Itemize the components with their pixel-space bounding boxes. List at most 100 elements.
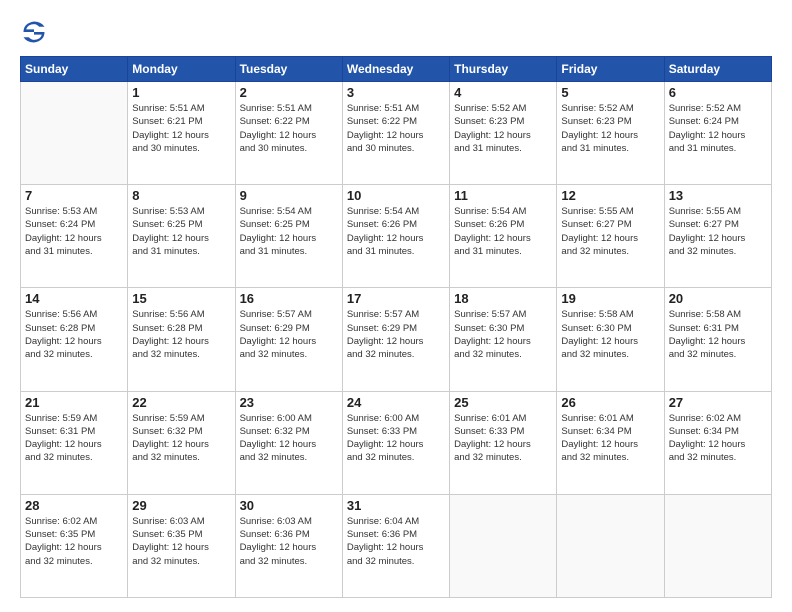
day-number: 11 <box>454 188 552 203</box>
col-wednesday: Wednesday <box>342 57 449 82</box>
day-number: 18 <box>454 291 552 306</box>
day-info: Sunrise: 5:55 AM Sunset: 6:27 PM Dayligh… <box>561 205 659 258</box>
table-row: 17 Sunrise: 5:57 AM Sunset: 6:29 PM Dayli… <box>342 288 449 391</box>
day-number: 16 <box>240 291 338 306</box>
table-row: 30 Sunrise: 6:03 AM Sunset: 6:36 PM Dayli… <box>235 494 342 597</box>
table-row: 21 Sunrise: 5:59 AM Sunset: 6:31 PM Dayli… <box>21 391 128 494</box>
day-number: 7 <box>25 188 123 203</box>
day-number: 21 <box>25 395 123 410</box>
day-number: 6 <box>669 85 767 100</box>
table-row: 31 Sunrise: 6:04 AM Sunset: 6:36 PM Dayli… <box>342 494 449 597</box>
table-row: 3 Sunrise: 5:51 AM Sunset: 6:22 PM Daylig… <box>342 82 449 185</box>
day-info: Sunrise: 5:51 AM Sunset: 6:22 PM Dayligh… <box>240 102 338 155</box>
col-tuesday: Tuesday <box>235 57 342 82</box>
day-info: Sunrise: 5:59 AM Sunset: 6:31 PM Dayligh… <box>25 412 123 465</box>
day-number: 1 <box>132 85 230 100</box>
day-number: 15 <box>132 291 230 306</box>
table-row: 28 Sunrise: 6:02 AM Sunset: 6:35 PM Dayli… <box>21 494 128 597</box>
table-row: 26 Sunrise: 6:01 AM Sunset: 6:34 PM Dayli… <box>557 391 664 494</box>
table-row: 2 Sunrise: 5:51 AM Sunset: 6:22 PM Daylig… <box>235 82 342 185</box>
table-row: 23Sunrise: 6:00 AM Sunset: 6:32 PM Dayli… <box>235 391 342 494</box>
table-row: 19 Sunrise: 5:58 AM Sunset: 6:30 PM Dayli… <box>557 288 664 391</box>
day-info: Sunrise: 6:00 AM Sunset: 6:33 PM Dayligh… <box>347 412 445 465</box>
day-info: Sunrise: 5:51 AM Sunset: 6:22 PM Dayligh… <box>347 102 445 155</box>
col-saturday: Saturday <box>664 57 771 82</box>
day-info: Sunrise: 5:58 AM Sunset: 6:31 PM Dayligh… <box>669 308 767 361</box>
day-info: Sunrise: 5:52 AM Sunset: 6:23 PM Dayligh… <box>454 102 552 155</box>
table-row: 18 Sunrise: 5:57 AM Sunset: 6:30 PM Dayli… <box>450 288 557 391</box>
table-row: 25 Sunrise: 6:01 AM Sunset: 6:33 PM Dayli… <box>450 391 557 494</box>
day-number: 25 <box>454 395 552 410</box>
table-row <box>21 82 128 185</box>
day-number: 23 <box>240 395 338 410</box>
page: Sunday Monday Tuesday Wednesday Thursday… <box>0 0 792 612</box>
day-info: Sunrise: 6:03 AM Sunset: 6:36 PM Dayligh… <box>240 515 338 568</box>
day-info: Sunrise: 5:56 AM Sunset: 6:28 PM Dayligh… <box>25 308 123 361</box>
col-thursday: Thursday <box>450 57 557 82</box>
table-row: 29 Sunrise: 6:03 AM Sunset: 6:35 PM Dayli… <box>128 494 235 597</box>
day-number: 14 <box>25 291 123 306</box>
table-row: 11Sunrise: 5:54 AM Sunset: 6:26 PM Dayli… <box>450 185 557 288</box>
day-info: Sunrise: 5:53 AM Sunset: 6:25 PM Dayligh… <box>132 205 230 258</box>
logo <box>20 18 52 46</box>
table-row: 7 Sunrise: 5:53 AM Sunset: 6:24 PM Daylig… <box>21 185 128 288</box>
day-number: 5 <box>561 85 659 100</box>
table-row: 20 Sunrise: 5:58 AM Sunset: 6:31 PM Dayli… <box>664 288 771 391</box>
calendar-header-row: Sunday Monday Tuesday Wednesday Thursday… <box>21 57 772 82</box>
day-number: 29 <box>132 498 230 513</box>
day-number: 8 <box>132 188 230 203</box>
table-row: 15 Sunrise: 5:56 AM Sunset: 6:28 PM Dayli… <box>128 288 235 391</box>
day-number: 27 <box>669 395 767 410</box>
calendar-week-row: 28 Sunrise: 6:02 AM Sunset: 6:35 PM Dayli… <box>21 494 772 597</box>
day-number: 4 <box>454 85 552 100</box>
day-info: Sunrise: 6:04 AM Sunset: 6:36 PM Dayligh… <box>347 515 445 568</box>
calendar-week-row: 7 Sunrise: 5:53 AM Sunset: 6:24 PM Daylig… <box>21 185 772 288</box>
table-row: 8 Sunrise: 5:53 AM Sunset: 6:25 PM Daylig… <box>128 185 235 288</box>
day-info: Sunrise: 5:52 AM Sunset: 6:24 PM Dayligh… <box>669 102 767 155</box>
day-number: 3 <box>347 85 445 100</box>
day-info: Sunrise: 6:03 AM Sunset: 6:35 PM Dayligh… <box>132 515 230 568</box>
day-info: Sunrise: 5:57 AM Sunset: 6:29 PM Dayligh… <box>240 308 338 361</box>
table-row: 14 Sunrise: 5:56 AM Sunset: 6:28 PM Dayli… <box>21 288 128 391</box>
table-row: 13Sunrise: 5:55 AM Sunset: 6:27 PM Dayli… <box>664 185 771 288</box>
day-number: 26 <box>561 395 659 410</box>
day-info: Sunrise: 5:56 AM Sunset: 6:28 PM Dayligh… <box>132 308 230 361</box>
day-number: 30 <box>240 498 338 513</box>
day-number: 2 <box>240 85 338 100</box>
table-row: 6 Sunrise: 5:52 AM Sunset: 6:24 PM Daylig… <box>664 82 771 185</box>
day-info: Sunrise: 5:54 AM Sunset: 6:25 PM Dayligh… <box>240 205 338 258</box>
table-row: 16 Sunrise: 5:57 AM Sunset: 6:29 PM Dayli… <box>235 288 342 391</box>
table-row <box>450 494 557 597</box>
day-info: Sunrise: 6:01 AM Sunset: 6:33 PM Dayligh… <box>454 412 552 465</box>
col-friday: Friday <box>557 57 664 82</box>
day-info: Sunrise: 5:59 AM Sunset: 6:32 PM Dayligh… <box>132 412 230 465</box>
day-info: Sunrise: 5:58 AM Sunset: 6:30 PM Dayligh… <box>561 308 659 361</box>
table-row: 27Sunrise: 6:02 AM Sunset: 6:34 PM Dayli… <box>664 391 771 494</box>
day-number: 17 <box>347 291 445 306</box>
table-row: 4 Sunrise: 5:52 AM Sunset: 6:23 PM Daylig… <box>450 82 557 185</box>
header <box>20 18 772 46</box>
day-info: Sunrise: 5:55 AM Sunset: 6:27 PM Dayligh… <box>669 205 767 258</box>
col-sunday: Sunday <box>21 57 128 82</box>
table-row: 22Sunrise: 5:59 AM Sunset: 6:32 PM Dayli… <box>128 391 235 494</box>
calendar-week-row: 1 Sunrise: 5:51 AM Sunset: 6:21 PM Daylig… <box>21 82 772 185</box>
calendar-week-row: 21 Sunrise: 5:59 AM Sunset: 6:31 PM Dayli… <box>21 391 772 494</box>
day-info: Sunrise: 5:51 AM Sunset: 6:21 PM Dayligh… <box>132 102 230 155</box>
day-number: 24 <box>347 395 445 410</box>
table-row: 24 Sunrise: 6:00 AM Sunset: 6:33 PM Dayli… <box>342 391 449 494</box>
day-number: 19 <box>561 291 659 306</box>
day-number: 31 <box>347 498 445 513</box>
day-info: Sunrise: 5:57 AM Sunset: 6:29 PM Dayligh… <box>347 308 445 361</box>
day-info: Sunrise: 5:52 AM Sunset: 6:23 PM Dayligh… <box>561 102 659 155</box>
day-number: 28 <box>25 498 123 513</box>
day-number: 20 <box>669 291 767 306</box>
table-row: 5 Sunrise: 5:52 AM Sunset: 6:23 PM Daylig… <box>557 82 664 185</box>
table-row <box>557 494 664 597</box>
day-info: Sunrise: 5:53 AM Sunset: 6:24 PM Dayligh… <box>25 205 123 258</box>
day-info: Sunrise: 6:02 AM Sunset: 6:35 PM Dayligh… <box>25 515 123 568</box>
calendar-week-row: 14 Sunrise: 5:56 AM Sunset: 6:28 PM Dayli… <box>21 288 772 391</box>
day-info: Sunrise: 5:57 AM Sunset: 6:30 PM Dayligh… <box>454 308 552 361</box>
day-info: Sunrise: 6:01 AM Sunset: 6:34 PM Dayligh… <box>561 412 659 465</box>
day-number: 12 <box>561 188 659 203</box>
logo-icon <box>20 18 48 46</box>
